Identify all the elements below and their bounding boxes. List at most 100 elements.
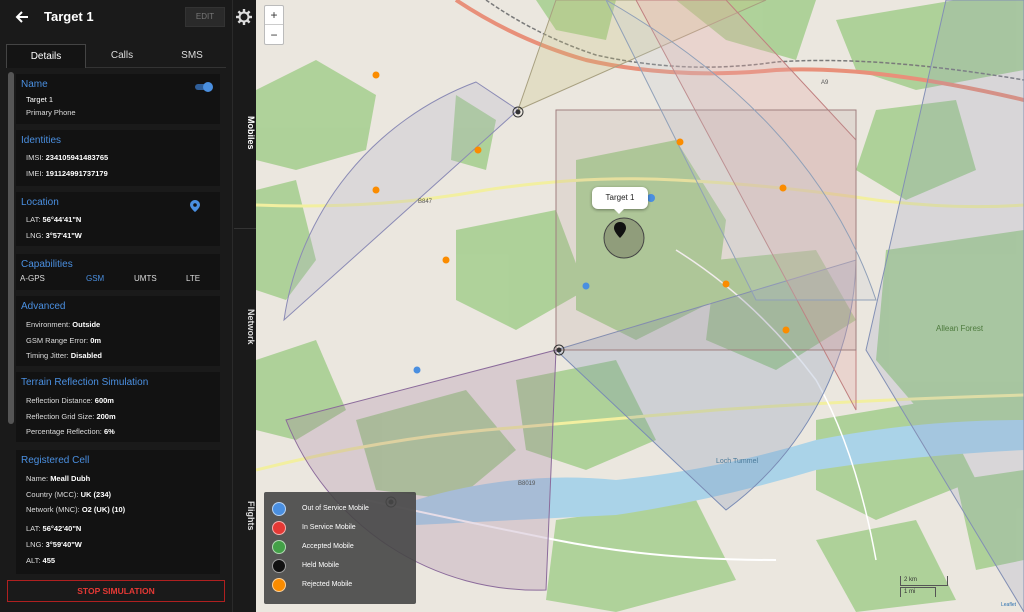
reflection-grid-label: Reflection Grid Size:	[26, 412, 95, 421]
cell-lat-value: 56°42'40"N	[42, 524, 82, 533]
location-lng-row: LNG: 3°57'41"W	[26, 231, 82, 240]
road-label-a9: A9	[821, 80, 829, 86]
scale-km-bar: 2 km	[900, 576, 948, 586]
imei-label: IMEI:	[26, 169, 44, 178]
capability-lte: LTE	[186, 274, 201, 283]
scale-mi-bar: 1 mi	[900, 587, 936, 597]
page-title: Target 1	[44, 9, 94, 24]
tab-details[interactable]: Details	[6, 44, 86, 68]
registered-cell-title: Registered Cell	[21, 455, 90, 466]
registered-cell-card: Registered Cell Name: Meall Dubh Country…	[16, 450, 220, 574]
advanced-card: Advanced Environment: Outside GSM Range …	[16, 296, 220, 366]
target-subtitle: Primary Phone	[26, 108, 76, 117]
legend-dot-icon	[272, 540, 286, 554]
capability-gsm: GSM	[86, 274, 105, 283]
scrollbar[interactable]	[8, 72, 14, 424]
legend-dot-icon	[272, 502, 286, 516]
advanced-title: Advanced	[21, 301, 66, 312]
cell-network-label: Network (MNC):	[26, 505, 80, 514]
detail-tabs: Details Calls SMS	[6, 44, 226, 68]
identities-title: Identities	[21, 135, 62, 146]
location-pin-icon[interactable]	[190, 200, 200, 212]
map-legend: Out of Service Mobile In Service Mobile …	[264, 492, 416, 604]
reflection-grid-value: 200m	[96, 412, 116, 421]
toggle-switch[interactable]	[194, 81, 214, 93]
timing-jitter-value: Disabled	[70, 351, 103, 360]
gsm-error-label: GSM Range Error:	[26, 336, 89, 345]
back-arrow-icon[interactable]	[13, 8, 31, 26]
legend-label: Rejected Mobile	[302, 581, 353, 588]
imsi-label: IMSI:	[26, 153, 44, 162]
environment-label: Environment:	[26, 320, 71, 329]
scale-km-label: 2 km	[904, 577, 918, 583]
reflection-distance-value: 600m	[94, 396, 114, 405]
zoom-in-button[interactable]: +	[265, 6, 283, 25]
imei-value: 191124991737179	[45, 169, 108, 178]
cell-lat-row: LAT: 56°42'40"N	[26, 524, 81, 533]
map-scale: 2 km 1 mi	[898, 576, 952, 598]
cell-country-row: Country (MCC): UK (234)	[26, 490, 111, 499]
loch-label: Loch Tummel	[716, 458, 759, 465]
legend-dot-icon	[272, 559, 286, 573]
legend-label: In Service Mobile	[302, 524, 356, 531]
cell-name-label: Name:	[26, 474, 49, 483]
cell-name-value: Meall Dubh	[50, 474, 91, 483]
cell-name-row: Name: Meall Dubh	[26, 474, 90, 483]
tab-calls[interactable]: Calls	[86, 44, 158, 68]
imei-row: IMEI: 191124991737179	[26, 169, 108, 178]
tab-sms[interactable]: SMS	[158, 44, 226, 68]
gsm-error-row: GSM Range Error: 0m	[26, 336, 101, 345]
reflection-grid-row: Reflection Grid Size: 200m	[26, 412, 116, 421]
cell-country-label: Country (MCC):	[26, 490, 79, 499]
tab-network[interactable]: Network	[232, 302, 256, 352]
name-card-title: Name	[21, 79, 48, 90]
name-card: Name Target 1 Primary Phone	[16, 74, 220, 124]
cell-network-row: Network (MNC): O2 (UK) (10)	[26, 505, 125, 514]
lng-value: 3°57'41"W	[45, 231, 82, 240]
cell-lng-label: LNG:	[26, 540, 44, 549]
target-popup[interactable]: Target 1	[592, 187, 648, 214]
panel-header: Target 1 EDIT	[0, 0, 232, 36]
stop-simulation-button[interactable]: STOP SIMULATION	[7, 580, 225, 602]
lat-value: 56°44'41"N	[42, 215, 82, 224]
capabilities-card: Capabilities A-GPS GSM UMTS LTE	[16, 254, 220, 290]
lng-label: LNG:	[26, 231, 44, 240]
timing-jitter-row: Timing Jitter: Disabled	[26, 351, 102, 360]
imsi-value: 234105941483765	[45, 153, 109, 162]
cell-lng-row: LNG: 3°59'40"W	[26, 540, 82, 549]
gear-icon[interactable]	[232, 0, 256, 36]
environment-value: Outside	[72, 320, 101, 329]
terrain-title: Terrain Reflection Simulation	[21, 377, 149, 388]
location-lat-row: LAT: 56°44'41"N	[26, 215, 81, 224]
details-panel: Target 1 EDIT Details Calls SMS Name Tar…	[0, 0, 232, 612]
terrain-card: Terrain Reflection Simulation Reflection…	[16, 372, 220, 442]
zoom-out-button[interactable]: −	[265, 26, 283, 45]
legend-label: Accepted Mobile	[302, 543, 354, 550]
reflection-distance-row: Reflection Distance: 600m	[26, 396, 114, 405]
tab-mobiles[interactable]: Mobiles	[232, 112, 256, 154]
location-card: Location LAT: 56°44'41"N LNG: 3°57'41"W	[16, 192, 220, 246]
cell-alt-label: ALT:	[26, 556, 41, 565]
identities-card: Identities IMSI: 234105941483765 IMEI: 1…	[16, 130, 220, 186]
legend-label: Held Mobile	[302, 562, 339, 569]
forest-label: Allean Forest	[936, 324, 984, 333]
side-tab-divider	[234, 228, 256, 229]
capability-umts: UMTS	[134, 274, 157, 283]
target-name: Target 1	[26, 95, 54, 104]
reflection-percent-value: 6%	[103, 427, 115, 436]
edit-button[interactable]: EDIT	[185, 7, 225, 27]
environment-row: Environment: Outside	[26, 320, 100, 329]
capabilities-title: Capabilities	[21, 259, 73, 270]
scale-mi-label: 1 mi	[904, 589, 916, 595]
reflection-percent-row: Percentage Reflection: 6%	[26, 427, 115, 436]
cell-alt-row: ALT: 455	[26, 556, 55, 565]
tab-flights[interactable]: Flights	[232, 496, 256, 536]
cell-lat-label: LAT:	[26, 524, 41, 533]
cell-country-value: UK (234)	[80, 490, 112, 499]
cell-lng-value: 3°59'40"W	[45, 540, 82, 549]
road-label-b847: B847	[418, 199, 433, 205]
map-attribution[interactable]: Leaflet	[1001, 602, 1016, 608]
reflection-distance-label: Reflection Distance:	[26, 396, 93, 405]
location-title: Location	[21, 197, 59, 208]
lat-label: LAT:	[26, 215, 41, 224]
